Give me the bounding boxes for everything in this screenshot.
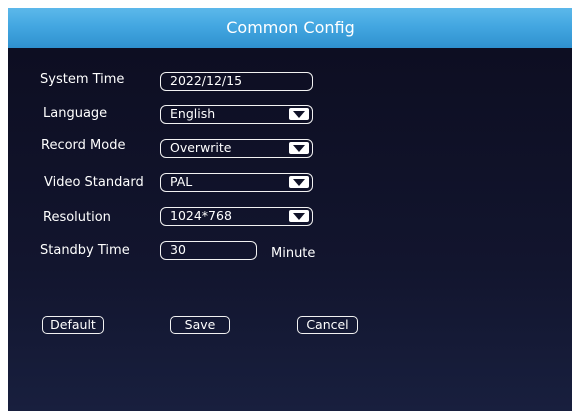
window-title: Common Config <box>8 8 572 48</box>
default-button[interactable]: Default <box>42 316 104 334</box>
language-select[interactable]: English <box>160 105 313 124</box>
system-time-value: 2022/12/15 <box>170 73 243 88</box>
language-label: Language <box>43 106 108 121</box>
standby-time-input[interactable]: 30 <box>160 241 257 260</box>
system-time-field[interactable]: 2022/12/15 <box>160 72 313 91</box>
system-time-label: System Time <box>40 72 125 87</box>
chevron-down-icon[interactable] <box>289 108 309 120</box>
standby-time-label: Standby Time <box>40 243 130 258</box>
cancel-button[interactable]: Cancel <box>297 316 358 334</box>
resolution-select[interactable]: 1024*768 <box>160 207 313 226</box>
common-config-window: Common Config System Time 2022/12/15 Lan… <box>0 0 572 411</box>
chevron-down-icon[interactable] <box>289 210 309 222</box>
chevron-down-icon[interactable] <box>289 176 309 188</box>
config-panel: System Time 2022/12/15 Language English … <box>8 48 572 411</box>
chevron-down-icon[interactable] <box>289 142 309 154</box>
record-mode-label: Record Mode <box>41 138 126 153</box>
standby-time-unit: Minute <box>271 246 316 261</box>
save-button[interactable]: Save <box>170 316 230 334</box>
video-standard-select[interactable]: PAL <box>160 173 313 192</box>
standby-time-value: 30 <box>170 242 186 257</box>
video-standard-label: Video Standard <box>44 175 144 190</box>
record-mode-value: Overwrite <box>170 140 232 155</box>
resolution-value: 1024*768 <box>170 208 232 223</box>
video-standard-value: PAL <box>170 174 193 189</box>
resolution-label: Resolution <box>43 210 111 225</box>
record-mode-select[interactable]: Overwrite <box>160 139 313 158</box>
language-value: English <box>170 106 216 121</box>
